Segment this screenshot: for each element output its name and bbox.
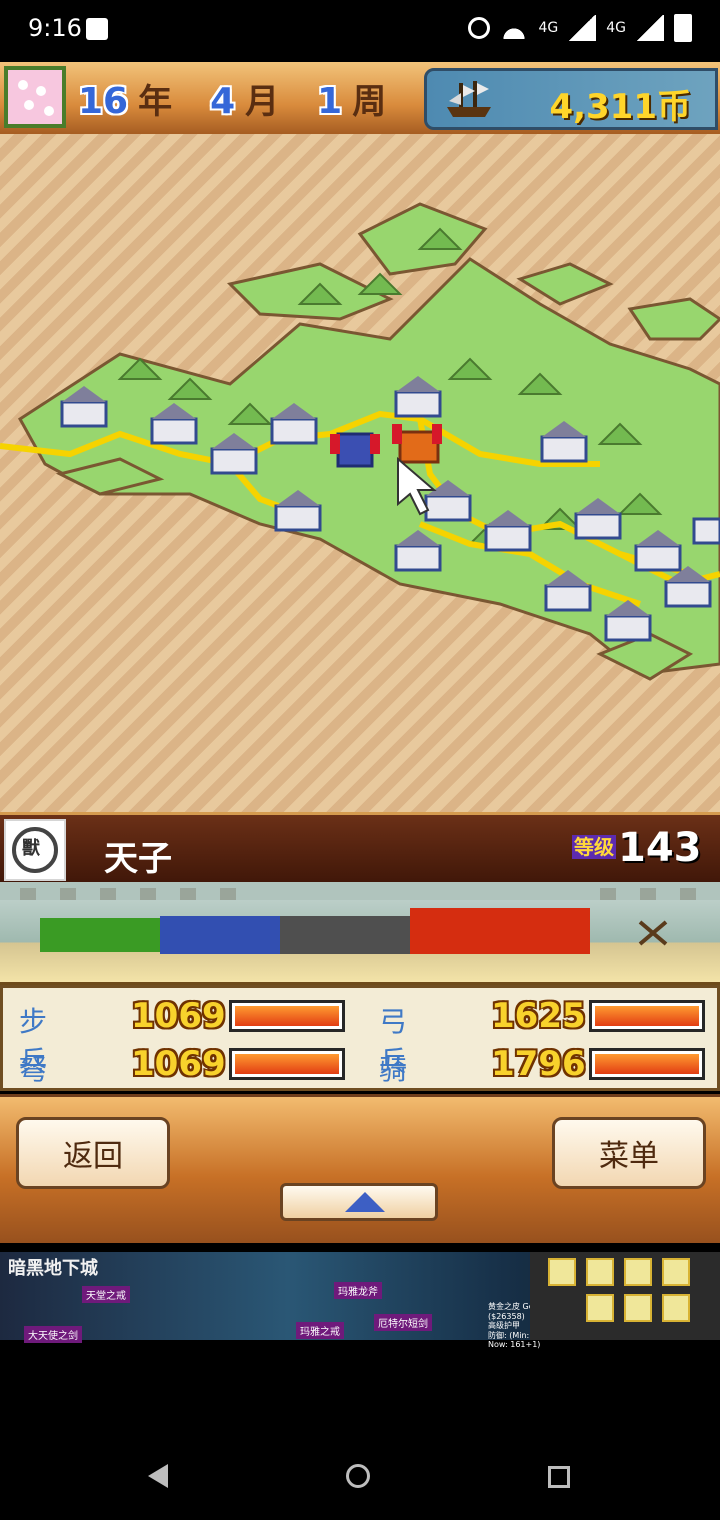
level-value: 143 — [618, 825, 702, 871]
item-icon — [624, 1294, 652, 1322]
network-label-1: 4G — [538, 20, 559, 36]
signal-icon-2 — [636, 15, 664, 41]
battery-icon — [674, 14, 692, 42]
top-hud: 16 年 4 月 1 周 4,311币 — [0, 62, 720, 138]
year-unit: 年 — [138, 82, 173, 122]
lord-name: 天子 — [104, 839, 172, 879]
date-display: 16 年 4 月 1 周 — [78, 74, 386, 123]
ad-title: 暗黑地下城 — [8, 1258, 98, 1279]
map-graphic[interactable] — [0, 134, 720, 812]
recent-apps-icon[interactable] — [548, 1466, 570, 1488]
wifi-icon — [500, 17, 529, 39]
control-panel: 返回 菜单 — [0, 1094, 720, 1243]
troop-bar-fill — [595, 1054, 699, 1074]
signal-icon-1 — [568, 15, 597, 41]
level-label: 等级 — [572, 835, 616, 859]
back-nav-icon[interactable] — [148, 1464, 168, 1488]
item-icon — [662, 1258, 690, 1286]
troop-label-crossbow: 弩 — [19, 1053, 48, 1086]
troops-panel: 步兵 1069 弓兵 1625 弩 1069 骑兵 1796 — [0, 985, 720, 1126]
lord-panel: 獸 天子 等级 143 — [0, 812, 720, 885]
status-time: 9:16 — [28, 14, 82, 42]
troop-value-crossbow: 1069 — [131, 1044, 226, 1084]
chevron-up-icon — [345, 1192, 385, 1212]
ad-banner[interactable]: 暗黑地下城 天堂之戒 玛雅龙斧 大天使之剑 玛雅之戒 厄特尔短剑 黄金之皮 Go… — [0, 1252, 720, 1349]
network-label-2: 4G — [606, 20, 626, 36]
ship-icon — [447, 81, 491, 117]
item-icon — [586, 1294, 614, 1322]
status-icons: 4G 4G — [468, 14, 692, 42]
month-value: 4 — [210, 81, 236, 122]
strategy-map[interactable] — [0, 134, 720, 812]
system-nav-bar — [0, 1440, 720, 1520]
item-icon — [548, 1258, 576, 1286]
menu-button[interactable]: 菜单 — [552, 1117, 706, 1189]
year-value: 16 — [78, 81, 129, 122]
clan-emblem-icon: 獸 — [4, 819, 66, 881]
troop-bar-fill — [595, 1006, 699, 1026]
army-banner — [0, 882, 720, 985]
money-panel[interactable]: 4,311币 — [424, 68, 718, 130]
ad-tag: 厄特尔短剑 — [374, 1314, 432, 1331]
troop-bar-fill — [235, 1054, 339, 1074]
army-formation-image — [0, 882, 720, 954]
image-notification-icon — [86, 18, 108, 40]
item-icon — [624, 1258, 652, 1286]
week-value: 1 — [317, 81, 343, 122]
ad-tag: 玛雅龙斧 — [334, 1282, 382, 1299]
troop-value-cavalry: 1796 — [491, 1044, 586, 1084]
back-button[interactable]: 返回 — [16, 1117, 170, 1189]
home-nav-icon[interactable] — [346, 1464, 370, 1488]
troop-bar-cavalry — [589, 1048, 705, 1080]
status-bar: 9:16 4G 4G — [0, 0, 720, 62]
season-sakura-icon — [4, 66, 66, 128]
item-icon — [662, 1294, 690, 1322]
troop-bar-archer — [589, 1000, 705, 1032]
clan-emblem-char: 獸 — [22, 838, 40, 859]
troop-bar-crossbow — [229, 1048, 345, 1080]
ad-tag: 大天使之剑 — [24, 1326, 82, 1343]
troop-value-archer: 1625 — [491, 996, 586, 1036]
ad-tag: 玛雅之戒 — [296, 1322, 344, 1339]
money-value: 4,311币 — [549, 87, 691, 127]
blue-army-icon[interactable] — [330, 432, 380, 468]
alarm-icon — [468, 17, 491, 39]
month-unit: 月 — [245, 82, 280, 122]
item-icon — [586, 1258, 614, 1286]
week-unit: 周 — [352, 82, 387, 122]
troop-bar-fill — [235, 1006, 339, 1026]
ad-tag: 天堂之戒 — [82, 1286, 130, 1303]
castle-icon[interactable] — [692, 517, 720, 545]
troop-bar-infantry — [229, 1000, 345, 1032]
troop-value-infantry: 1069 — [131, 996, 226, 1036]
expand-up-button[interactable] — [280, 1183, 438, 1221]
ad-inventory-panel — [530, 1252, 720, 1340]
